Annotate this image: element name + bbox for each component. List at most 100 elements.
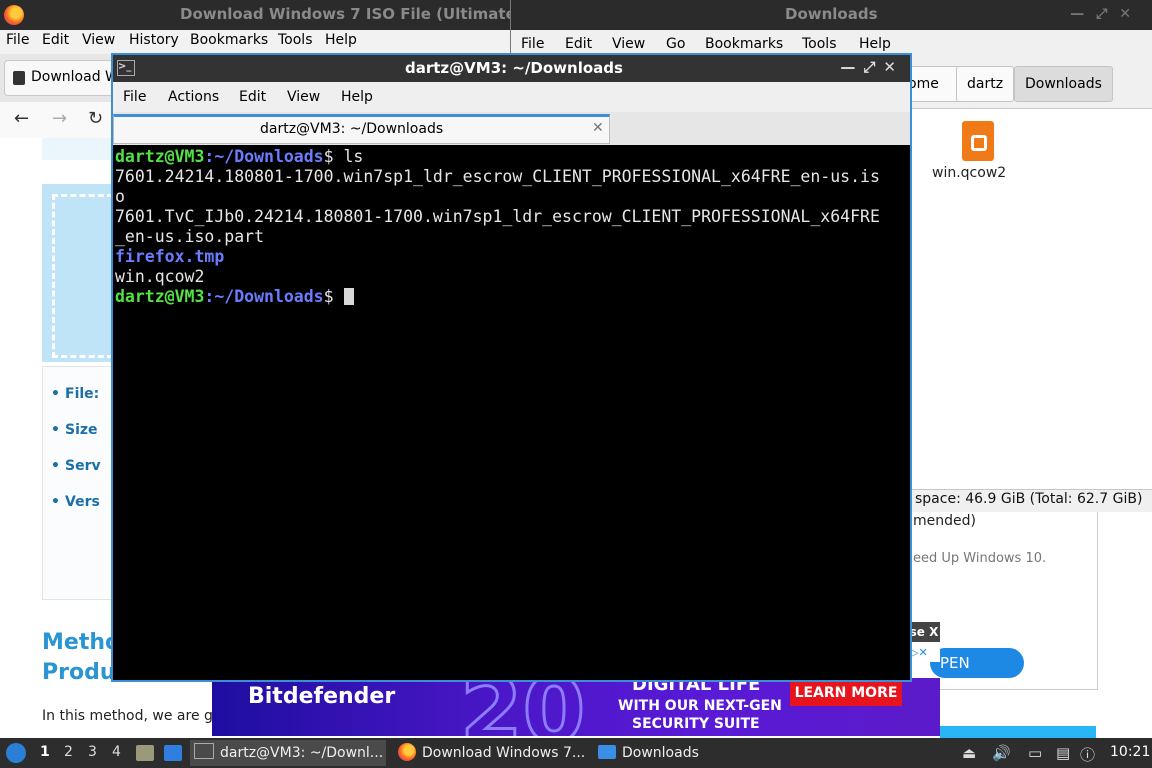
- terminal-window: >_ dartz@VM3: ~/Downloads —⤢✕ File Actio…: [111, 53, 912, 682]
- volume-icon[interactable]: 🔊: [992, 744, 1011, 762]
- menu-history[interactable]: History: [129, 32, 179, 48]
- term-menu-help[interactable]: Help: [341, 89, 373, 105]
- close-tab-icon[interactable]: ✕: [592, 120, 604, 136]
- terminal-line: 7601.24214.180801-1700.win7sp1_ldr_escro…: [115, 167, 880, 186]
- menu-bookmarks[interactable]: Bookmarks: [190, 32, 268, 48]
- network-icon[interactable]: ▭: [1028, 744, 1042, 762]
- breadcrumb-dartz[interactable]: dartz: [956, 66, 1015, 102]
- show-desktop-icon[interactable]: [164, 745, 182, 761]
- notification-icon[interactable]: ⓘ: [1080, 744, 1095, 765]
- task-terminal[interactable]: dartz@VM3: ~/Downl...: [190, 740, 386, 766]
- clipboard-icon[interactable]: ▤: [1056, 744, 1070, 762]
- workspace-1[interactable]: 1: [40, 744, 50, 760]
- task-files-label: Downloads: [622, 745, 699, 761]
- heading-line-1: Metho: [42, 630, 121, 655]
- task-firefox-label: Download Windows 7...: [422, 745, 586, 761]
- terminal-menubar: File Actions Edit View Help: [113, 82, 910, 112]
- terminal-tabbar: dartz@VM3: ~/Downloads ✕: [113, 112, 910, 145]
- file-manager-launcher-icon[interactable]: [136, 745, 154, 761]
- browser-tab-label: Download W: [31, 69, 119, 85]
- terminal-line: dartz@VM3:~/Downloads$ ls: [115, 147, 905, 167]
- info-file: File:: [51, 386, 99, 402]
- disk-image-file-icon[interactable]: [962, 121, 994, 161]
- menu-help[interactable]: Help: [325, 32, 357, 48]
- decorative-stripe: [940, 726, 1096, 738]
- ad-line-2: WITH OUR NEXT-GEN: [618, 698, 782, 714]
- ad-learn-more-button[interactable]: LEARN MORE: [790, 680, 902, 706]
- terminal-titlebar[interactable]: >_ dartz@VM3: ~/Downloads —⤢✕: [113, 55, 910, 82]
- term-menu-actions[interactable]: Actions: [168, 89, 219, 105]
- terminal-line: 7601.TvC_IJb0.24214.180801-1700.win7sp1_…: [115, 207, 880, 226]
- text-cursor: [343, 288, 354, 305]
- prompt-symbol: $: [323, 287, 344, 306]
- term-menu-edit[interactable]: Edit: [239, 89, 266, 105]
- section-heading: Metho Produ: [42, 628, 120, 688]
- term-menu-file[interactable]: File: [123, 89, 146, 105]
- page-box-top: [42, 138, 112, 160]
- terminal-icon: >_: [117, 60, 135, 76]
- terminal-tab-label: dartz@VM3: ~/Downloads: [260, 121, 444, 137]
- close-ad-button[interactable]: se X: [908, 622, 940, 642]
- back-arrow-icon[interactable]: ←: [14, 108, 29, 129]
- ad-choices-icon[interactable]: ▷✕: [910, 646, 940, 662]
- fm-menu-file[interactable]: File: [521, 36, 544, 52]
- window-controls[interactable]: —⤢✕: [1070, 6, 1143, 22]
- clock[interactable]: 10:21: [1110, 744, 1150, 760]
- free-space-status: space: 46.9 GiB (Total: 62.7 GiB): [915, 491, 1143, 507]
- file-manager-titlebar[interactable]: Downloads —⤢✕: [511, 0, 1152, 30]
- terminal-line: dartz@VM3:~/Downloads$: [115, 287, 905, 307]
- taskbar: 1 2 3 4 dartz@VM3: ~/Downl... Download W…: [0, 738, 1152, 768]
- menu-tools[interactable]: Tools: [278, 32, 313, 48]
- terminal-window-controls[interactable]: —⤢✕: [840, 58, 904, 76]
- term-menu-view[interactable]: View: [287, 89, 320, 105]
- prompt-path: :~/Downloads: [204, 287, 324, 306]
- breadcrumb-downloads[interactable]: Downloads: [1014, 66, 1113, 102]
- folder-task-icon: [598, 745, 616, 759]
- reload-icon[interactable]: ↻: [88, 108, 103, 129]
- menu-file[interactable]: File: [6, 32, 29, 48]
- terminal-line: o: [115, 187, 125, 206]
- side-panel-text-2: eed Up Windows 10.: [913, 551, 1047, 566]
- terminal-tab[interactable]: dartz@VM3: ~/Downloads ✕: [113, 114, 610, 144]
- ad-line-3: SECURITY SUITE: [632, 716, 760, 732]
- eject-icon[interactable]: ⏏: [962, 744, 976, 762]
- command-text: ls: [343, 147, 364, 166]
- task-files[interactable]: Downloads: [594, 740, 744, 766]
- side-panel-text-1: mended): [913, 513, 976, 529]
- fm-menu-bookmarks[interactable]: Bookmarks: [705, 36, 783, 52]
- terminal-line: firefox.tmp: [115, 247, 225, 266]
- fm-menu-edit[interactable]: Edit: [565, 36, 592, 52]
- start-menu-icon[interactable]: [6, 743, 26, 763]
- menu-edit[interactable]: Edit: [42, 32, 69, 48]
- fm-menu-view[interactable]: View: [612, 36, 645, 52]
- ad-brand: Bitdefender: [248, 684, 396, 709]
- file-view: win.qcow2: [911, 108, 1152, 490]
- ad-number: 20: [458, 678, 586, 736]
- prompt-path: :~/Downloads: [204, 147, 324, 166]
- prompt-user: dartz@VM3: [115, 287, 205, 306]
- file-name[interactable]: win.qcow2: [932, 165, 1006, 181]
- forward-arrow-icon[interactable]: →: [52, 108, 67, 129]
- workspace-2[interactable]: 2: [64, 744, 73, 760]
- terminal-title: dartz@VM3: ~/Downloads: [405, 59, 623, 77]
- fm-menu-tools[interactable]: Tools: [802, 36, 837, 52]
- fm-menu-go[interactable]: Go: [666, 36, 685, 52]
- fm-menu-help[interactable]: Help: [859, 36, 891, 52]
- tab-favicon-icon: [13, 71, 25, 85]
- intro-paragraph: In this method, we are go: [42, 708, 222, 724]
- workspace-4[interactable]: 4: [112, 744, 121, 760]
- firefox-menubar: File Edit View History Bookmarks Tools H…: [0, 30, 510, 54]
- info-size: Size: [51, 422, 97, 438]
- file-info-list: File: Size Serv Vers: [42, 366, 114, 600]
- firefox-task-icon: [398, 743, 416, 761]
- terminal-line: win.qcow2: [115, 267, 205, 286]
- advertisement-banner[interactable]: Bitdefender 20 DIGITAL LIFE WITH OUR NEX…: [212, 678, 940, 736]
- browser-tab[interactable]: Download W: [4, 60, 119, 96]
- open-button[interactable]: PEN: [930, 648, 1024, 678]
- terminal-task-icon: [194, 743, 214, 759]
- task-firefox[interactable]: Download Windows 7...: [394, 740, 590, 766]
- workspace-3[interactable]: 3: [88, 744, 97, 760]
- terminal-output[interactable]: dartz@VM3:~/Downloads$ ls 7601.24214.1808…: [115, 147, 905, 675]
- heading-line-2: Produ: [42, 660, 116, 685]
- menu-view[interactable]: View: [82, 32, 115, 48]
